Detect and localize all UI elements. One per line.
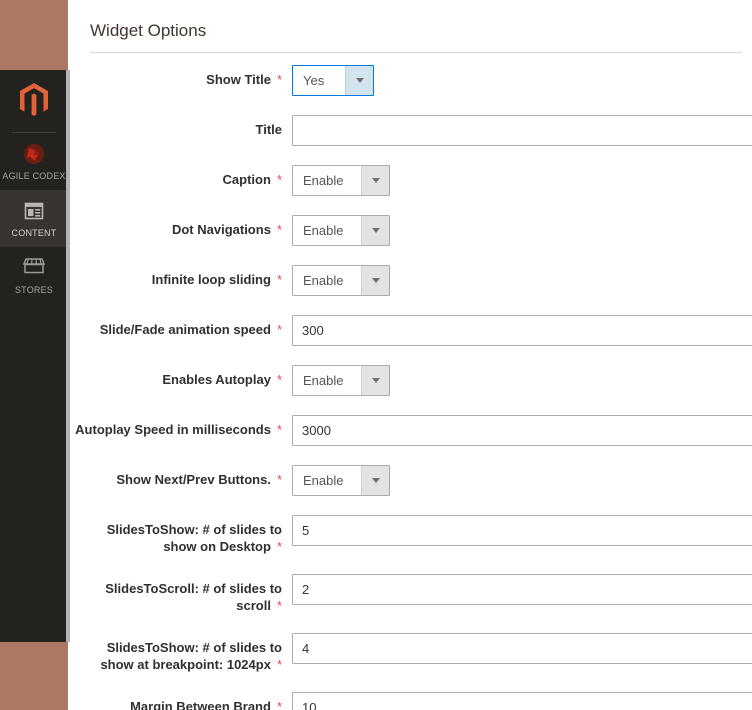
- sidebar-item-content[interactable]: CONTENT: [0, 190, 68, 247]
- field-label-wrap: SlidesToShow: # of slides to show at bre…: [70, 633, 282, 673]
- input-slidestoshow-of-slides-to-show-on-desktop[interactable]: [292, 515, 752, 546]
- form-row: Caption * Enable: [70, 165, 752, 196]
- field-label: Show Title: [206, 72, 271, 87]
- sidebar-store-switcher-label: AGILE CODEX: [2, 171, 66, 181]
- field-label: Dot Navigations: [171, 222, 271, 237]
- field-control: [282, 574, 752, 605]
- widget-options-form: Show Title * Yes Title Caption * Enable Dot Nav…: [70, 53, 752, 710]
- magento-logo-icon: [19, 82, 49, 120]
- storefront-icon: [0, 256, 68, 282]
- input-slidestoshow-of-slides-to-show-at-breakpoint-1024px[interactable]: [292, 633, 752, 664]
- chevron-down-icon: [361, 266, 389, 295]
- field-control: Enable: [282, 465, 752, 496]
- form-row: SlidesToScroll: # of slides to scroll *: [70, 574, 752, 614]
- field-control: Enable: [282, 265, 752, 296]
- input-autoplay-speed-in-milliseconds[interactable]: [292, 415, 752, 446]
- content-page-icon: [0, 199, 68, 225]
- field-label: Slide/Fade animation speed: [99, 322, 271, 337]
- form-row: Slide/Fade animation speed *: [70, 315, 752, 346]
- form-row: SlidesToShow: # of slides to show on Des…: [70, 515, 752, 555]
- field-label-wrap: Autoplay Speed in milliseconds *: [70, 415, 282, 438]
- field-label: Caption: [222, 172, 271, 187]
- select-enables-autoplay[interactable]: Enable: [292, 365, 390, 396]
- field-label-wrap: Infinite loop sliding *: [70, 265, 282, 288]
- form-row: Title: [70, 115, 752, 146]
- form-row: Autoplay Speed in milliseconds *: [70, 415, 752, 446]
- sidebar-item-stores-label: STORES: [14, 285, 54, 295]
- select-value: Yes: [293, 66, 345, 95]
- select-infinite-loop-sliding[interactable]: Enable: [292, 265, 390, 296]
- chevron-down-icon: [361, 466, 389, 495]
- field-label-wrap: Caption *: [70, 165, 282, 188]
- field-control: Enable: [282, 165, 752, 196]
- select-value: Enable: [293, 216, 361, 245]
- sidebar-item-content-label: CONTENT: [11, 228, 57, 238]
- field-control: [282, 115, 752, 146]
- form-row: Margin Between Brand *: [70, 692, 752, 710]
- input-slidestoscroll-of-slides-to-scroll[interactable]: [292, 574, 752, 605]
- field-label-wrap: Show Next/Prev Buttons. *: [70, 465, 282, 488]
- page-title: Widget Options: [90, 21, 207, 40]
- form-row: Dot Navigations * Enable: [70, 215, 752, 246]
- field-label-wrap: SlidesToShow: # of slides to show on Des…: [70, 515, 282, 555]
- field-label: Autoplay Speed in milliseconds: [75, 422, 271, 437]
- field-control: [282, 633, 752, 664]
- field-label: SlidesToShow: # of slides to show at bre…: [100, 640, 282, 672]
- chevron-down-icon: [345, 66, 373, 95]
- field-control: Enable: [282, 365, 752, 396]
- field-label: Show Next/Prev Buttons.: [116, 472, 271, 487]
- chevron-down-icon: [361, 366, 389, 395]
- select-value: Enable: [293, 466, 361, 495]
- select-value: Enable: [293, 366, 361, 395]
- field-label-wrap: Slide/Fade animation speed *: [70, 315, 282, 338]
- widget-options-panel: Widget Options Show Title * Yes Title Captio…: [70, 6, 752, 710]
- chevron-down-icon: [361, 216, 389, 245]
- agile-codex-logo-icon: [0, 142, 68, 168]
- field-label: SlidesToShow: # of slides to show on Des…: [106, 522, 282, 554]
- field-label: Enables Autoplay: [162, 372, 271, 387]
- form-row: Show Title * Yes: [70, 65, 752, 96]
- sidebar-item-stores[interactable]: STORES: [0, 247, 68, 304]
- field-control: [282, 415, 752, 446]
- field-label: Title: [255, 122, 283, 137]
- input-margin-between-brand[interactable]: [292, 692, 752, 710]
- field-label-wrap: Margin Between Brand *: [70, 692, 282, 710]
- chevron-down-icon: [361, 166, 389, 195]
- input-slide-fade-animation-speed[interactable]: [292, 315, 752, 346]
- select-value: Enable: [293, 266, 361, 295]
- sidebar-item-store-switcher[interactable]: AGILE CODEX: [0, 133, 68, 190]
- form-row: SlidesToShow: # of slides to show at bre…: [70, 633, 752, 673]
- field-label-wrap: Dot Navigations *: [70, 215, 282, 238]
- form-row: Show Next/Prev Buttons. * Enable: [70, 465, 752, 496]
- form-row: Infinite loop sliding * Enable: [70, 265, 752, 296]
- field-control: [282, 315, 752, 346]
- select-show-title[interactable]: Yes: [292, 65, 374, 96]
- field-control: Enable: [282, 215, 752, 246]
- field-control: Yes: [282, 65, 752, 96]
- admin-sidebar: AGILE CODEX CONTENT STORES: [0, 70, 68, 642]
- field-label: Infinite loop sliding: [151, 272, 271, 287]
- field-label: Margin Between Brand: [130, 699, 271, 710]
- sidebar-scrollbar[interactable]: [66, 70, 70, 642]
- app-root: AGILE CODEX CONTENT STORES Widget Option…: [0, 0, 752, 710]
- select-dot-navigations[interactable]: Enable: [292, 215, 390, 246]
- form-row: Enables Autoplay * Enable: [70, 365, 752, 396]
- select-show-next-prev-buttons[interactable]: Enable: [292, 465, 390, 496]
- field-control: [282, 692, 752, 710]
- field-control: [282, 515, 752, 546]
- select-caption[interactable]: Enable: [292, 165, 390, 196]
- input-title[interactable]: [292, 115, 752, 146]
- field-label: SlidesToScroll: # of slides to scroll: [105, 581, 282, 613]
- magento-logo[interactable]: [0, 70, 68, 132]
- field-label-wrap: SlidesToScroll: # of slides to scroll *: [70, 574, 282, 614]
- field-label-wrap: Show Title *: [70, 65, 282, 88]
- field-label-wrap: Title: [70, 115, 283, 138]
- field-label-wrap: Enables Autoplay *: [70, 365, 282, 388]
- select-value: Enable: [293, 166, 361, 195]
